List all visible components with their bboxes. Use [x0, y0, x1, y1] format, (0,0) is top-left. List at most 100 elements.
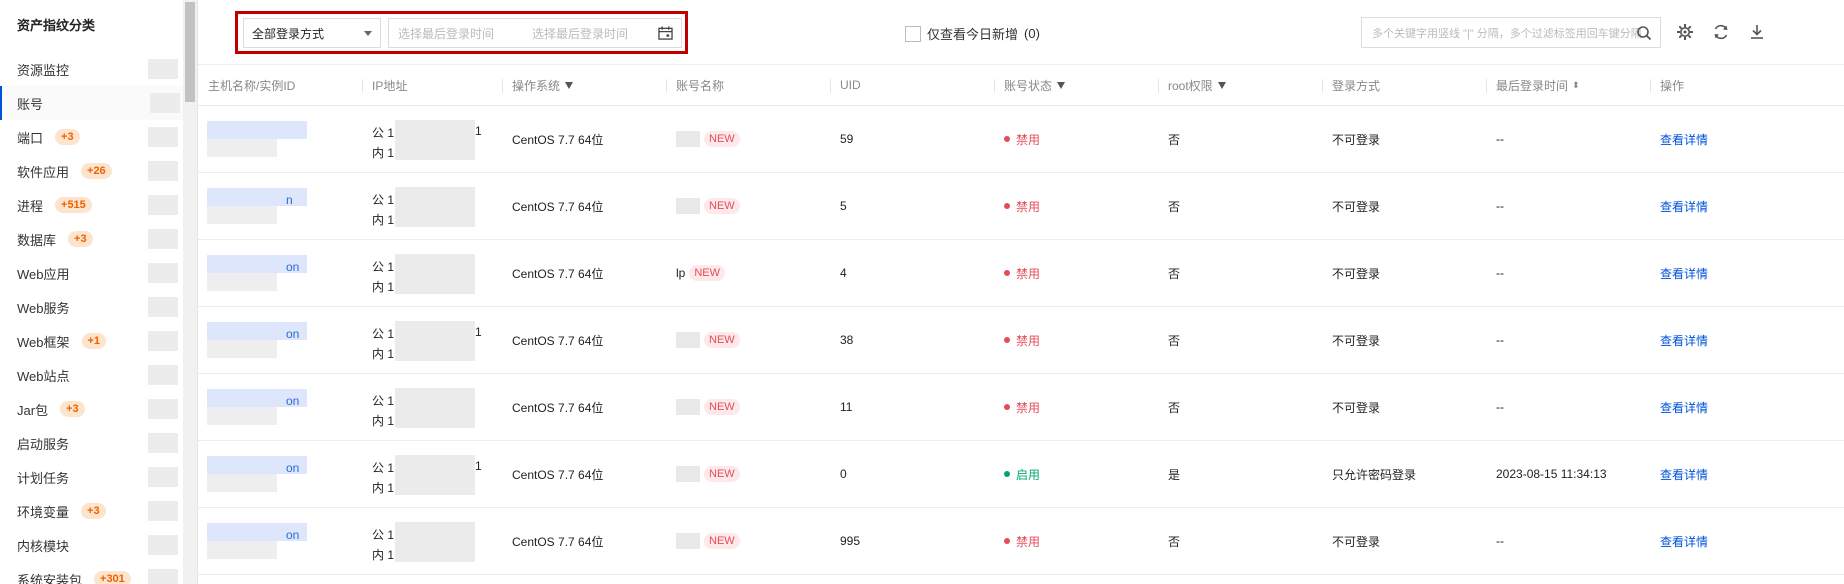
os-name: CentOS 7.7 64位: [512, 534, 604, 549]
account-name: NEW: [676, 399, 740, 415]
sidebar-item[interactable]: Web框架 +1: [0, 324, 197, 358]
sidebar-item[interactable]: 计划任务: [0, 460, 197, 494]
column-header-label: UID: [840, 78, 861, 92]
status-cell: 禁用: [994, 307, 1158, 373]
root-cell: 否: [1158, 374, 1322, 440]
redacted-instance-id: [207, 273, 277, 291]
public-ip-tail: 1: [475, 325, 482, 339]
filter-icon[interactable]: [565, 81, 574, 89]
redacted-ip: [395, 187, 475, 227]
column-header-label: 最后登录时间: [1496, 78, 1569, 93]
search-icon[interactable]: [1636, 25, 1652, 41]
ip-address: 公 1 内 1 1: [362, 441, 502, 507]
sidebar-item[interactable]: 软件应用 +26: [0, 154, 197, 188]
column-header-label: 主机名称/实例ID: [208, 78, 296, 93]
new-count-badge: +3: [81, 503, 106, 519]
sidebar-item[interactable]: 系统安装包 +301: [0, 562, 197, 584]
status-label: 禁用: [1016, 132, 1041, 147]
redacted-count: [148, 365, 178, 385]
os-cell: CentOS 7.7 64位: [502, 106, 666, 172]
public-ip: 公 1: [372, 461, 395, 475]
sidebar-item[interactable]: Web应用: [0, 256, 197, 290]
os-cell: CentOS 7.7 64位: [502, 441, 666, 507]
account-name: NEW: [676, 533, 740, 549]
account-cell: lp NEW: [666, 240, 830, 306]
column-divider: [1322, 79, 1323, 93]
redacted-host-name: [207, 121, 307, 139]
view-details-link[interactable]: 查看详情: [1660, 332, 1708, 349]
column-header-last-login[interactable]: 最后登录时间 ⬍: [1486, 65, 1650, 105]
column-header-os[interactable]: 操作系统: [502, 65, 666, 105]
host-name-link[interactable]: on: [198, 307, 362, 373]
new-tag: NEW: [704, 131, 740, 147]
calendar-icon[interactable]: [658, 26, 673, 40]
sidebar-item[interactable]: 环境变量 +3: [0, 494, 197, 528]
filter-icon[interactable]: [1057, 81, 1066, 89]
sidebar-item-label: 启动服务: [17, 436, 70, 452]
root-cell: 是: [1158, 441, 1322, 507]
sidebar-item[interactable]: 账号: [0, 86, 197, 120]
host-name-link[interactable]: on: [198, 508, 362, 574]
view-details-link[interactable]: 查看详情: [1660, 265, 1708, 282]
private-ip: 内 1: [372, 548, 395, 562]
settings-icon[interactable]: [1676, 23, 1694, 41]
search-input[interactable]: 多个关键字用竖线 "|" 分隔，多个过滤标签用回车键分隔: [1361, 17, 1661, 48]
last-login-cell: --: [1486, 106, 1650, 172]
sidebar-item[interactable]: 进程 +515: [0, 188, 197, 222]
scrollbar-thumb[interactable]: [185, 2, 195, 102]
sidebar-item[interactable]: Jar包 +3: [0, 392, 197, 426]
sidebar-scrollbar[interactable]: [183, 0, 197, 584]
column-header-status[interactable]: 账号状态: [994, 65, 1158, 105]
last-login-date-range[interactable]: 选择最后登录时间 选择最后登录时间: [388, 18, 682, 48]
view-details-link[interactable]: 查看详情: [1660, 131, 1708, 148]
sidebar-item[interactable]: 资源监控: [0, 52, 197, 86]
filter-icon[interactable]: [1217, 81, 1226, 89]
sidebar-item[interactable]: 启动服务: [0, 426, 197, 460]
ip-cell: 公 1内 1: [362, 173, 502, 239]
host-name-link[interactable]: on: [198, 240, 362, 306]
sort-icon[interactable]: ⬍: [1572, 80, 1580, 91]
action-cell: 查看详情: [1650, 441, 1784, 507]
root-cell: 否: [1158, 508, 1322, 574]
login-method: 不可登录: [1332, 400, 1381, 415]
private-ip: 内 1: [372, 414, 395, 428]
column-header-label: 账号名称: [676, 78, 725, 93]
host-name-link[interactable]: n: [198, 173, 362, 239]
sidebar-item[interactable]: 内核模块: [0, 528, 197, 562]
account-cell: NEW: [666, 106, 830, 172]
sidebar-item-label: 内核模块: [17, 538, 70, 554]
ip-address: 公 1内 1: [362, 173, 502, 239]
sidebar-item[interactable]: 端口 +3: [0, 120, 197, 154]
sidebar-item[interactable]: Web服务: [0, 290, 197, 324]
host-name-link[interactable]: on: [198, 441, 362, 507]
today-only-checkbox[interactable]: [905, 25, 921, 42]
root-privilege: 否: [1168, 333, 1181, 348]
account-status: 启用: [1004, 466, 1040, 483]
status-cell: 启用: [994, 441, 1158, 507]
host-name-link[interactable]: on: [198, 374, 362, 440]
host-name-link[interactable]: [198, 106, 362, 172]
sidebar-item-label: 数据库: [17, 232, 57, 248]
column-divider: [1650, 79, 1651, 93]
refresh-icon[interactable]: [1712, 23, 1730, 41]
public-ip: 公 1: [372, 394, 395, 408]
view-details-link[interactable]: 查看详情: [1660, 533, 1708, 550]
sidebar-item-label: 账号: [17, 96, 44, 112]
sidebar-item-label: 软件应用: [17, 164, 70, 180]
redacted-ip: [395, 120, 475, 160]
host-name-suffix: n: [286, 193, 293, 207]
sidebar-item[interactable]: 数据库 +3: [0, 222, 197, 256]
login-method-select[interactable]: 全部登录方式: [243, 18, 381, 48]
sidebar-item-label: Jar包: [17, 402, 49, 418]
view-details-link[interactable]: 查看详情: [1660, 466, 1708, 483]
ip-cell: 公 1内 1: [362, 374, 502, 440]
os-name: CentOS 7.7 64位: [512, 266, 604, 281]
sidebar-item[interactable]: Web站点: [0, 358, 197, 392]
view-details-link[interactable]: 查看详情: [1660, 198, 1708, 215]
download-icon[interactable]: [1748, 23, 1766, 41]
column-header-root[interactable]: root权限: [1158, 65, 1322, 105]
account-cell: NEW: [666, 173, 830, 239]
action-cell: 查看详情: [1650, 240, 1784, 306]
login-cell: 不可登录: [1322, 508, 1486, 574]
view-details-link[interactable]: 查看详情: [1660, 399, 1708, 416]
